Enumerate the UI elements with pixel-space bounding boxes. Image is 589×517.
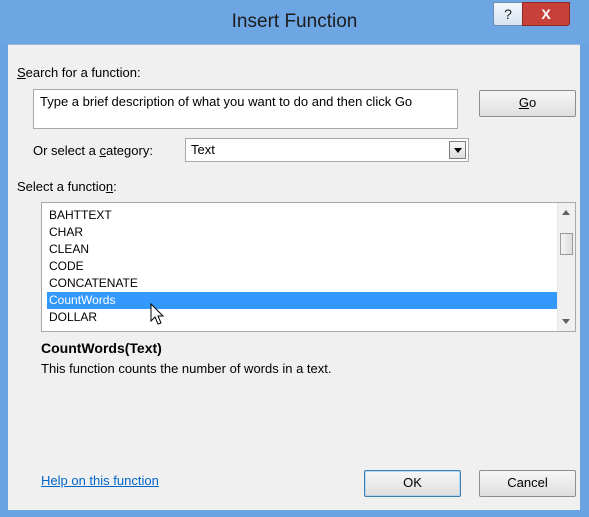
category-select[interactable]: Text — [185, 138, 469, 162]
list-item[interactable]: BAHTTEXT — [47, 207, 554, 224]
cancel-button[interactable]: Cancel — [479, 470, 576, 497]
function-description: This function counts the number of words… — [41, 361, 332, 376]
function-signature: CountWords(Text) — [41, 340, 162, 356]
mouse-pointer-icon — [150, 303, 165, 325]
close-button[interactable]: X — [522, 2, 570, 26]
title-bar[interactable]: Insert Function ? X — [0, 0, 589, 44]
category-label: Or select a category: — [33, 143, 153, 158]
go-button-mnemonic: G — [518, 95, 529, 110]
function-list-label-rest: : — [113, 179, 117, 194]
category-label-pre: Or select a — [33, 143, 100, 158]
scroll-thumb[interactable] — [560, 233, 573, 255]
scroll-down-icon[interactable] — [562, 319, 570, 324]
chevron-down-icon[interactable] — [449, 141, 466, 159]
go-button[interactable]: Go — [479, 90, 576, 117]
list-item[interactable]: CONCATENATE — [47, 275, 554, 292]
search-label-mnemonic: S — [17, 65, 26, 80]
search-input[interactable]: Type a brief description of what you wan… — [33, 89, 458, 129]
list-item[interactable]: CLEAN — [47, 241, 554, 258]
function-list-label: Select a function: — [17, 179, 117, 194]
help-button[interactable]: ? — [493, 2, 523, 26]
category-select-value: Text — [191, 142, 215, 157]
list-item-selected[interactable]: CountWords — [47, 292, 557, 309]
list-item[interactable]: DOLLAR — [47, 309, 554, 326]
list-item[interactable]: CHAR — [47, 224, 554, 241]
dialog-body: Search for a function: Type a brief desc… — [8, 44, 580, 510]
help-on-function-link[interactable]: Help on this function — [41, 473, 159, 488]
function-listbox[interactable]: BAHTTEXT CHAR CLEAN CODE CONCATENATE Cou… — [41, 202, 576, 332]
scroll-up-icon[interactable] — [562, 210, 570, 215]
function-list-label-pre: Select a functio — [17, 179, 106, 194]
list-scrollbar[interactable] — [557, 203, 575, 331]
search-label: Search for a function: — [17, 65, 141, 80]
ok-button[interactable]: OK — [364, 470, 461, 497]
go-button-label: o — [528, 95, 537, 110]
search-label-rest: earch for a function: — [25, 65, 141, 80]
list-item[interactable]: CODE — [47, 258, 554, 275]
insert-function-dialog: Insert Function ? X Search for a functio… — [0, 0, 589, 517]
category-label-rest: ategory: — [105, 143, 153, 158]
